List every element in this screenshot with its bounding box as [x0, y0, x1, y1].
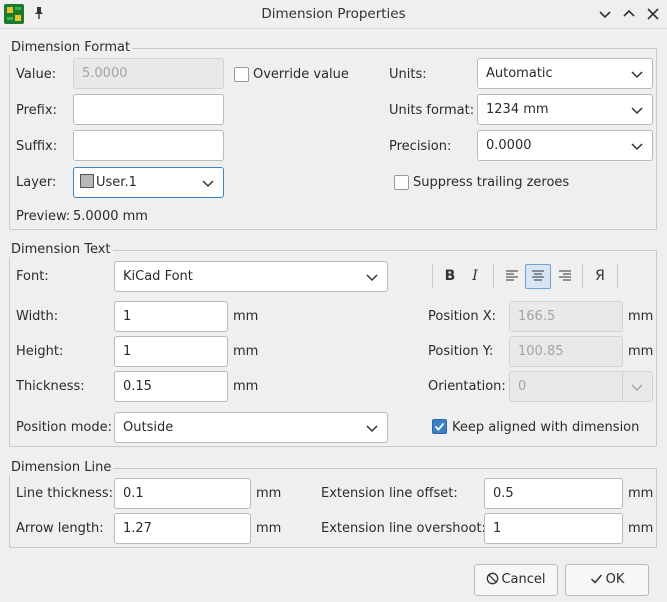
line-thickness-label: Line thickness: — [16, 486, 114, 501]
orientation-divider — [622, 372, 623, 401]
position-y-field[interactable]: 100.85 — [509, 336, 623, 367]
preview-label: Preview: — [16, 209, 71, 224]
thickness-label: Thickness: — [16, 379, 85, 394]
align-center-button[interactable] — [525, 264, 551, 289]
arrow-length-field[interactable]: 1.27 — [114, 513, 251, 544]
position-x-label: Position X: — [428, 309, 497, 324]
checkmark-icon — [434, 422, 445, 431]
close-icon[interactable] — [644, 5, 662, 23]
font-select[interactable]: KiCad Font — [114, 261, 388, 292]
precision-label: Precision: — [389, 139, 452, 154]
mirror-button[interactable]: Я — [589, 265, 611, 287]
width-label: Width: — [16, 309, 59, 324]
layer-color-swatch — [80, 174, 94, 188]
keep-aligned-checkbox[interactable] — [432, 419, 447, 434]
width-field[interactable]: 1 — [114, 301, 228, 332]
thickness-unit: mm — [233, 379, 259, 394]
position-mode-select[interactable]: Outside — [114, 412, 388, 443]
arrow-length-unit: mm — [256, 521, 282, 536]
orientation-value: 0 — [518, 379, 527, 394]
orientation-label: Orientation: — [428, 379, 506, 394]
extension-overshoot-label: Extension line overshoot: — [321, 521, 486, 536]
window-title: Dimension Properties — [261, 6, 406, 22]
value-field[interactable]: 5.0000 — [73, 58, 224, 89]
height-field[interactable]: 1 — [114, 336, 228, 367]
chevron-down-icon — [631, 71, 643, 79]
position-y-unit: mm — [628, 344, 654, 359]
suppress-zeroes-checkbox[interactable] — [394, 175, 409, 190]
override-value-label: Override value — [253, 67, 349, 82]
line-thickness-unit: mm — [256, 486, 282, 501]
line-thickness-field[interactable]: 0.1 — [114, 478, 251, 509]
extension-offset-unit: mm — [628, 486, 654, 501]
chevron-down-icon — [202, 180, 214, 188]
position-x-unit: mm — [628, 309, 654, 324]
chevron-down-icon — [631, 143, 643, 151]
layer-select[interactable]: User.1 — [73, 167, 224, 198]
font-label: Font: — [16, 269, 49, 284]
dimension-format-title: Dimension Format — [9, 40, 133, 55]
extension-overshoot-field[interactable]: 1 — [484, 513, 623, 544]
height-label: Height: — [16, 344, 64, 359]
extension-offset-field[interactable]: 0.5 — [484, 478, 623, 509]
font-select-value: KiCad Font — [123, 269, 193, 284]
align-center-icon — [532, 270, 544, 281]
ok-button[interactable]: OK — [565, 564, 649, 596]
units-format-select[interactable]: 1234 mm — [477, 94, 653, 125]
dimension-text-title: Dimension Text — [9, 242, 113, 257]
units-format-label: Units format: — [389, 103, 475, 118]
cancel-label: Cancel — [501, 572, 546, 587]
thickness-field[interactable]: 0.15 — [114, 371, 228, 402]
units-format-value: 1234 mm — [486, 102, 549, 117]
position-x-field[interactable]: 166.5 — [509, 301, 623, 332]
align-left-icon — [506, 270, 518, 281]
bold-button[interactable]: B — [439, 265, 461, 287]
toolbar-separator — [582, 264, 583, 288]
chevron-down-icon — [366, 425, 378, 433]
minimize-icon[interactable] — [596, 5, 614, 23]
align-right-icon — [559, 270, 571, 281]
position-mode-value: Outside — [123, 420, 174, 435]
toolbar-separator — [617, 264, 618, 288]
units-select[interactable]: Automatic — [477, 58, 653, 89]
units-select-value: Automatic — [486, 66, 553, 81]
toolbar-separator — [493, 264, 494, 288]
chevron-down-icon — [631, 107, 643, 115]
width-unit: mm — [233, 309, 259, 324]
suffix-field[interactable] — [73, 130, 224, 161]
value-label: Value: — [16, 67, 57, 82]
orientation-select[interactable]: 0 — [509, 371, 653, 402]
position-mode-label: Position mode: — [16, 420, 112, 435]
align-right-button[interactable] — [554, 265, 576, 287]
maximize-icon[interactable] — [620, 5, 638, 23]
cancel-icon — [487, 572, 499, 585]
suppress-zeroes-label: Suppress trailing zeroes — [413, 175, 570, 190]
position-y-label: Position Y: — [428, 344, 494, 359]
cancel-button[interactable]: Cancel — [474, 564, 558, 596]
precision-select[interactable]: 0.0000 — [477, 130, 653, 161]
extension-offset-label: Extension line offset: — [321, 486, 458, 501]
override-value-checkbox[interactable] — [234, 67, 249, 82]
checkmark-icon — [590, 574, 602, 584]
extension-overshoot-unit: mm — [628, 521, 654, 536]
ok-label: OK — [605, 572, 625, 587]
suffix-label: Suffix: — [16, 139, 58, 154]
layer-select-value: User.1 — [96, 175, 137, 190]
toolbar-separator — [432, 264, 433, 288]
units-label: Units: — [389, 67, 427, 82]
chevron-down-icon — [631, 384, 643, 392]
align-left-button[interactable] — [501, 265, 523, 287]
prefix-field[interactable] — [73, 94, 224, 125]
italic-button[interactable]: I — [464, 265, 486, 287]
keep-aligned-label: Keep aligned with dimension — [452, 420, 640, 435]
precision-value: 0.0000 — [486, 138, 532, 153]
arrow-length-label: Arrow length: — [16, 521, 104, 536]
prefix-label: Prefix: — [16, 103, 57, 118]
chevron-down-icon — [366, 274, 378, 282]
preview-value: 5.0000 mm — [73, 209, 148, 224]
layer-label: Layer: — [16, 175, 57, 190]
height-unit: mm — [233, 344, 259, 359]
dimension-line-title: Dimension Line — [9, 460, 114, 475]
